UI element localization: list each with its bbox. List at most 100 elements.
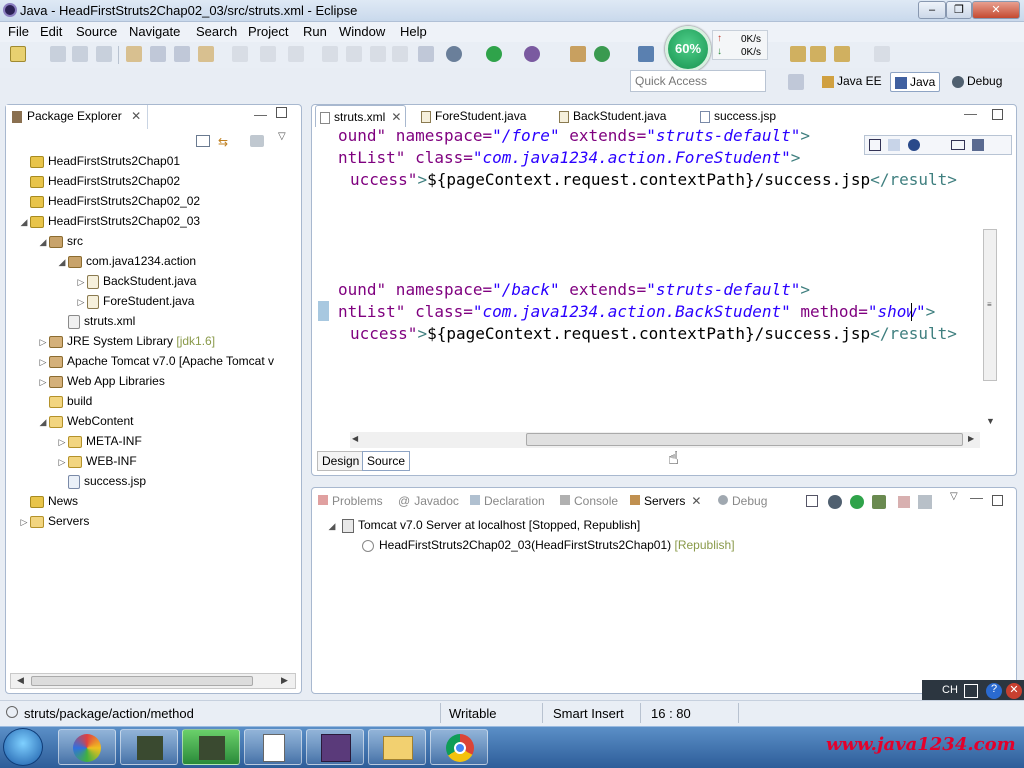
redo-icon[interactable] [260,46,276,62]
menu-source[interactable]: Source [76,24,117,39]
debug-icon[interactable] [446,46,462,62]
tree-item-folder[interactable]: ◢ WebContent [37,411,134,431]
tree-item-library[interactable]: ▷ Web App Libraries [37,371,165,391]
tab-debug[interactable]: Debug [718,494,767,508]
new-server-icon[interactable] [570,46,586,62]
scroll-left-icon[interactable]: ◀ [352,434,358,443]
run-icon[interactable] [486,46,502,62]
package-explorer-tab[interactable]: Package Explorer ✕ [6,105,149,129]
tree-item-file[interactable]: ▷ BackStudent.java [75,271,196,291]
menu-window[interactable]: Window [339,24,385,39]
coverage-icon[interactable] [524,46,540,62]
collapse-all-icon[interactable] [196,135,210,147]
resume-icon[interactable] [322,46,338,62]
menu-file[interactable]: File [8,24,29,39]
last-edit-icon[interactable] [834,46,850,62]
collapsed-arrow-icon[interactable]: ▷ [75,272,87,292]
save-icon[interactable] [50,46,66,62]
tree-item-project[interactable]: ▷ Servers [18,511,90,532]
tree-item-project[interactable]: HeadFirstStruts2Chap01 [18,151,180,171]
tab-backstudent-java[interactable]: BackStudent.java [555,105,670,127]
save-all-icon[interactable] [72,46,88,62]
help-icon[interactable]: ? [986,683,1002,699]
scroll-thumb[interactable] [31,676,253,686]
tree-item-library[interactable]: ▷ Apache Tomcat v7.0 [Apache Tomcat v [37,351,299,371]
profile-server-icon[interactable] [872,495,886,509]
collapsed-arrow-icon[interactable]: ▷ [56,432,68,452]
server-module-item[interactable]: HeadFirstStruts2Chap02_03(HeadFirstStrut… [362,535,735,555]
tree-item-project[interactable]: HeadFirstStruts2Chap02_02 [18,191,200,211]
tab-design[interactable]: Design [317,451,365,471]
link-editor-icon[interactable]: ⇆ [218,135,228,149]
tree-item-folder[interactable]: build [37,391,92,411]
tab-source[interactable]: Source [362,451,411,471]
menu-navigate[interactable]: Navigate [129,24,180,39]
search-icon[interactable] [150,46,166,62]
tab-javadoc[interactable]: @ Javadoc [398,494,459,508]
scroll-right-icon[interactable]: ▶ [281,675,288,686]
taskbar-app-chrome[interactable] [430,729,488,765]
horizontal-scrollbar[interactable]: ◀ ▶ [10,673,296,689]
collapsed-arrow-icon[interactable]: ▷ [37,332,49,352]
tab-forestudent-java[interactable]: ForeStudent.java [417,105,530,127]
taskbar-app-document[interactable] [244,729,302,765]
collapsed-arrow-icon[interactable]: ▷ [18,512,30,532]
undo-icon[interactable] [232,46,248,62]
menu-search[interactable]: Search [196,24,237,39]
code-line[interactable]: ound" namespace="/fore" extends="struts-… [338,125,810,147]
forward-icon[interactable] [874,46,890,62]
step-icon[interactable] [288,46,304,62]
minimize-view-button[interactable]: — [970,490,983,505]
minimize-button[interactable]: – [918,1,946,19]
close-icon[interactable]: ✕ [1006,683,1022,699]
taskbar-app-tool2[interactable] [182,729,240,765]
ime-mode-icon[interactable] [964,684,978,698]
view-menu-icon[interactable]: ▽ [950,491,958,502]
maximize-editor-button[interactable] [992,109,1003,120]
suspend-icon[interactable] [346,46,362,62]
tree-item-project[interactable]: HeadFirstStruts2Chap02 [18,171,180,191]
expanded-arrow-icon[interactable]: ◢ [18,212,30,232]
taskbar-app-eclipse[interactable] [306,729,364,765]
collapsed-arrow-icon[interactable]: ▷ [37,352,49,371]
refresh-icon[interactable] [594,46,610,62]
open-type-icon[interactable] [126,46,142,62]
scroll-left-icon[interactable]: ◀ [17,675,24,686]
code-line[interactable]: uccess">${pageContext.request.contextPat… [350,323,957,345]
code-line[interactable]: ntList" class="com.java1234.action.ForeS… [338,147,800,169]
stop-server-icon[interactable] [898,496,910,508]
minimize-view-button[interactable]: — [254,107,267,122]
print-icon[interactable] [96,46,112,62]
scroll-right-icon[interactable]: ▶ [968,434,974,443]
external-tools-icon[interactable] [638,46,654,62]
forward-history-icon[interactable] [790,46,806,62]
perspective-java[interactable]: Java [890,72,941,92]
disconnect-icon[interactable] [392,46,408,62]
skip-breakpoints-icon[interactable] [418,46,434,62]
publish-icon[interactable] [918,495,932,509]
maximize-button[interactable]: ❐ [946,1,972,19]
tree-item-package[interactable]: ◢ com.java1234.action [56,251,197,271]
collapse-all-icon[interactable] [806,495,818,507]
start-server-icon[interactable] [850,495,864,509]
scroll-thumb[interactable] [526,433,963,446]
tree-item-file[interactable]: success.jsp [56,471,146,491]
expanded-arrow-icon[interactable]: ◢ [37,412,49,432]
maximize-view-button[interactable] [992,495,1003,506]
maximize-view-button[interactable] [276,107,287,118]
tree-item-project[interactable]: News [18,491,78,511]
new-icon[interactable] [10,46,26,62]
tree-item-folder[interactable]: ▷ WEB-INF [56,451,137,471]
ime-toolbar[interactable] [864,135,1012,155]
close-button[interactable]: ✕ [972,1,1020,19]
tree-item-file[interactable]: struts.xml [56,311,135,331]
tree-item-file[interactable]: ▷ ForeStudent.java [75,291,194,311]
perspective-debug[interactable]: Debug [948,72,1006,92]
tab-success-jsp[interactable]: success.jsp [696,105,780,127]
perspective-java-ee[interactable]: Java EE [818,72,886,92]
tree-item-src[interactable]: ◢ src [37,231,83,251]
taskbar-app-explorer[interactable] [368,729,426,765]
tab-problems[interactable]: Problems [318,494,383,508]
code-line[interactable]: ound" namespace="/back" extends="struts-… [338,279,810,301]
network-speed-gauge[interactable]: 60% [665,26,711,72]
